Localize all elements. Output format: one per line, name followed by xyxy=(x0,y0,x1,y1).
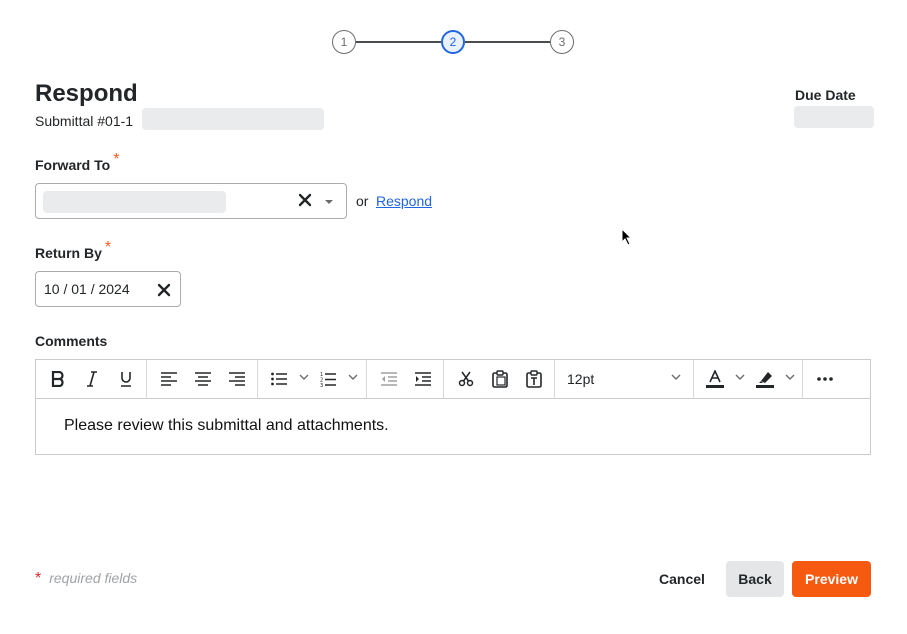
format-group xyxy=(36,360,147,398)
required-marker: * xyxy=(35,570,42,587)
clear-date-icon[interactable] xyxy=(157,282,171,300)
more-icon[interactable] xyxy=(812,367,838,391)
clear-selection-icon[interactable] xyxy=(298,192,312,210)
due-date-placeholder xyxy=(794,106,874,128)
submittal-name-placeholder xyxy=(142,108,324,130)
italic-icon[interactable] xyxy=(79,367,105,391)
font-size-select[interactable]: 12pt xyxy=(555,360,694,398)
required-fields-note: * required fields xyxy=(35,570,138,587)
chevron-down-icon[interactable] xyxy=(348,374,358,380)
indent-icon[interactable] xyxy=(410,367,436,391)
forward-to-label: Forward To * xyxy=(35,151,120,173)
indent-group xyxy=(367,360,444,398)
comments-label: Comments xyxy=(35,333,108,349)
align-left-icon[interactable] xyxy=(156,367,182,391)
selected-value-placeholder xyxy=(43,191,226,213)
progress-stepper: 1 2 3 xyxy=(332,30,575,54)
editor-content-area[interactable]: Please review this submittal and attachm… xyxy=(36,399,870,454)
step-connector xyxy=(465,41,550,43)
submittal-number: Submittal #01-1 xyxy=(35,113,134,129)
required-marker: * xyxy=(104,239,112,256)
return-by-label: Return By * xyxy=(35,239,112,261)
bullet-list-icon[interactable] xyxy=(266,367,292,391)
numbered-list-icon[interactable]: 123 xyxy=(315,367,341,391)
paste-text-icon[interactable] xyxy=(521,367,547,391)
cancel-button[interactable]: Cancel xyxy=(648,561,716,597)
due-date-label: Due Date xyxy=(795,87,856,103)
underline-icon[interactable] xyxy=(113,367,139,391)
chevron-down-icon[interactable] xyxy=(299,374,309,380)
editor-toolbar: 123 12pt xyxy=(36,360,870,399)
align-center-icon[interactable] xyxy=(190,367,216,391)
back-button[interactable]: Back xyxy=(726,561,784,597)
date-value[interactable]: 10 / 01 / 2024 xyxy=(44,281,130,297)
outdent-icon[interactable] xyxy=(376,367,402,391)
or-text: or xyxy=(356,193,369,209)
font-color-icon[interactable] xyxy=(702,367,728,391)
chevron-down-icon[interactable] xyxy=(325,200,333,204)
svg-text:3: 3 xyxy=(320,383,323,387)
list-group: 123 xyxy=(258,360,367,398)
step-2-active: 2 xyxy=(441,30,465,54)
comments-editor[interactable]: 123 12pt Please review this submittal an… xyxy=(35,359,871,455)
mouse-cursor-icon xyxy=(621,228,633,246)
page-title: Respond xyxy=(35,80,138,107)
preview-button[interactable]: Preview xyxy=(792,561,871,597)
chevron-down-icon[interactable] xyxy=(785,374,795,380)
cut-icon[interactable] xyxy=(453,367,479,391)
color-group xyxy=(694,360,803,398)
step-1: 1 xyxy=(332,30,356,54)
align-right-icon[interactable] xyxy=(224,367,250,391)
respond-link[interactable]: Respond xyxy=(376,193,432,209)
bold-icon[interactable] xyxy=(45,367,71,391)
chevron-down-icon[interactable] xyxy=(671,374,681,380)
step-connector xyxy=(356,41,441,43)
return-by-date-input[interactable]: 10 / 01 / 2024 xyxy=(35,271,181,307)
required-marker: * xyxy=(113,151,120,168)
chevron-down-icon[interactable] xyxy=(735,374,745,380)
comment-text[interactable]: Please review this submittal and attachm… xyxy=(64,417,389,435)
step-3: 3 xyxy=(550,30,574,54)
font-size-value[interactable]: 12pt xyxy=(567,371,594,387)
alignment-group xyxy=(147,360,258,398)
clipboard-group xyxy=(444,360,555,398)
paste-icon[interactable] xyxy=(487,367,513,391)
highlight-icon[interactable] xyxy=(752,367,778,391)
forward-to-select[interactable] xyxy=(35,183,347,219)
